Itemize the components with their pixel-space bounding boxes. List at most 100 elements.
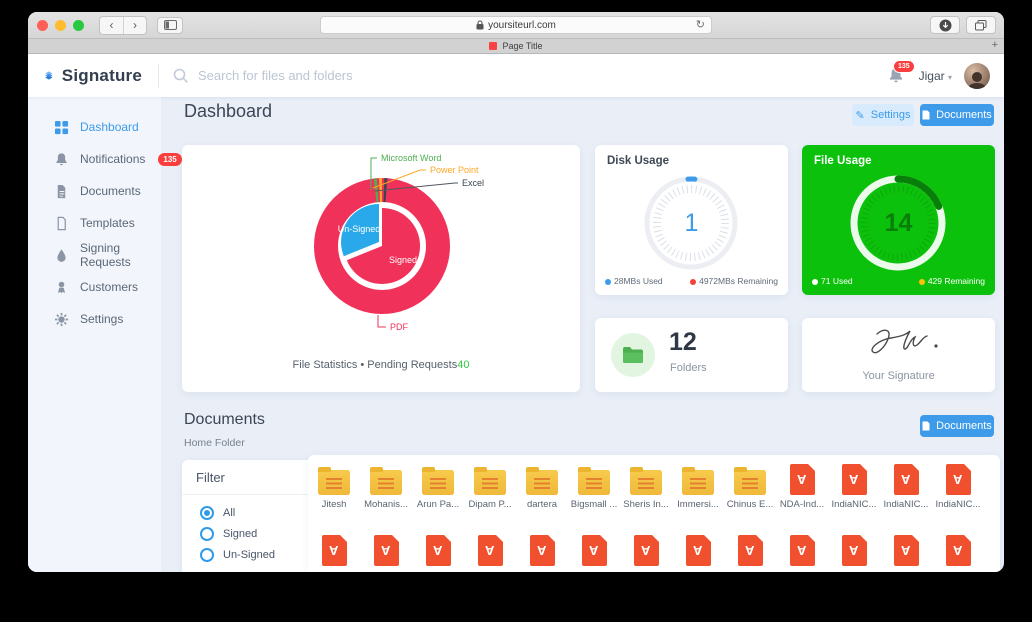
file-item[interactable]: Mohanis...: [360, 467, 412, 510]
sidebar-item-customers[interactable]: Customers: [28, 271, 161, 303]
close-window-button[interactable]: [37, 19, 48, 31]
file-item[interactable]: [360, 535, 412, 566]
browser-window: ‹ › yoursiteurl.com ↻ Page Title + Signa…: [28, 12, 1004, 572]
radio-icon[interactable]: [200, 548, 214, 562]
search-bar: [159, 68, 887, 84]
document-icon: [922, 110, 930, 120]
file-name: IndiaNIC...: [935, 499, 981, 510]
file-item[interactable]: dartera: [516, 467, 568, 510]
file-item[interactable]: IndiaNIC...: [828, 464, 880, 510]
sidebar-item-documents[interactable]: Documents: [28, 175, 161, 207]
new-tab-button[interactable]: +: [992, 39, 998, 51]
file-item[interactable]: IndiaNIC...: [932, 464, 984, 510]
label-unsigned: Un-Signed: [338, 224, 381, 234]
folder-icon: [318, 467, 350, 495]
filter-option-unsigned[interactable]: Un-Signed: [200, 548, 275, 562]
file-item[interactable]: [932, 535, 984, 566]
file-item[interactable]: [308, 535, 360, 566]
file-item[interactable]: Immersi...: [672, 467, 724, 510]
avatar[interactable]: [964, 62, 990, 89]
sidebar-item-signing-requests[interactable]: Signing Requests: [28, 239, 161, 271]
sidebar-item-settings[interactable]: Settings: [28, 303, 161, 335]
sidebar-item-notifications[interactable]: Notifications 135: [28, 143, 182, 175]
gear-icon: [54, 312, 69, 326]
file-item[interactable]: Dipam P...: [464, 467, 516, 510]
sidebar-item-dashboard[interactable]: Dashboard: [28, 111, 161, 143]
pending-requests-count: 40: [457, 359, 470, 371]
tab-overview-button[interactable]: [966, 16, 996, 34]
folder-icon: [630, 467, 662, 495]
file-item[interactable]: Chinus E...: [724, 467, 776, 510]
filter-option-all[interactable]: All: [200, 506, 235, 520]
tab-title[interactable]: Page Title: [502, 41, 542, 51]
pdf-icon: [633, 535, 659, 566]
file-item[interactable]: [412, 535, 464, 566]
file-name: IndiaNIC...: [883, 499, 929, 510]
template-file-icon: [57, 216, 66, 230]
file-item[interactable]: Jitesh: [308, 467, 360, 510]
chevron-down-icon: ▾: [947, 72, 952, 82]
minimize-window-button[interactable]: [55, 19, 66, 31]
refresh-icon[interactable]: ↻: [696, 18, 705, 31]
app-content: Signature 135 Jigar ▾ Da: [28, 54, 1004, 572]
documents-section-button-label: Documents: [936, 420, 992, 432]
sidebar-label: Signing Requests: [80, 241, 131, 269]
pdf-icon: [841, 464, 867, 495]
address-bar[interactable]: yoursiteurl.com ↻: [320, 16, 712, 34]
pdf-icon: [425, 535, 451, 566]
file-usage-card: File Usage 14 71 Used 429 Remaining: [802, 145, 995, 295]
back-button[interactable]: ‹: [100, 17, 123, 34]
file-item[interactable]: Sheris In...: [620, 467, 672, 510]
signature-logo-icon: [45, 71, 53, 80]
file-item[interactable]: [828, 535, 880, 566]
download-icon: [939, 19, 951, 31]
nav-button-group: ‹ ›: [99, 15, 147, 35]
user-name-text: Jigar: [918, 68, 945, 83]
file-usage-value: 14: [884, 209, 913, 237]
file-statistics-card: Microsoft Word Power Point Excel PDF Un-…: [182, 145, 580, 392]
file-name: Mohanis...: [364, 499, 408, 510]
downloads-button[interactable]: [930, 16, 960, 34]
documents-button[interactable]: Documents: [920, 104, 994, 126]
file-item[interactable]: Bigsmall ...: [568, 467, 620, 510]
customer-icon: [57, 281, 66, 293]
signature-scribble: [870, 329, 938, 354]
file-item[interactable]: IndiaNIC...: [880, 464, 932, 510]
sidebar-item-templates[interactable]: Templates: [28, 207, 161, 239]
file-item[interactable]: [672, 535, 724, 566]
settings-button[interactable]: ✎ Settings: [852, 104, 914, 126]
forward-button[interactable]: ›: [123, 16, 146, 34]
file-item[interactable]: [464, 535, 516, 566]
file-item[interactable]: [880, 535, 932, 566]
file-item[interactable]: NDA-Ind...: [776, 464, 828, 510]
tab-bar: Page Title +: [28, 39, 1004, 54]
zoom-window-button[interactable]: [73, 19, 84, 31]
file-item[interactable]: [620, 535, 672, 566]
file-item[interactable]: Arun Pa...: [412, 467, 464, 510]
file-used-text: 71 Used: [821, 276, 853, 286]
file-name: Sheris In...: [623, 499, 669, 510]
documents-section-button[interactable]: Documents: [920, 415, 994, 437]
label-excel: Excel: [462, 178, 484, 188]
document-icon: [922, 421, 930, 431]
radio-icon[interactable]: [200, 527, 214, 541]
folders-label: Folders: [670, 362, 707, 374]
file-item[interactable]: [568, 535, 620, 566]
tab-favicon: [489, 42, 498, 50]
radio-checked-icon[interactable]: [200, 506, 214, 520]
brand[interactable]: Signature: [28, 65, 158, 86]
file-item[interactable]: [724, 535, 776, 566]
filter-option-signed[interactable]: Signed: [200, 527, 257, 541]
user-name[interactable]: Jigar ▾: [919, 69, 952, 83]
pdf-icon: [581, 535, 607, 566]
sidebar-toggle-button[interactable]: [157, 16, 183, 34]
pdf-icon: [685, 535, 711, 566]
notifications-bell[interactable]: 135: [887, 59, 915, 86]
file-name: NDA-Ind...: [779, 499, 825, 510]
file-item[interactable]: [516, 535, 568, 566]
pdf-icon: [841, 535, 867, 566]
filter-option-label: All: [223, 507, 236, 519]
disk-remaining-text: 4972MBs Remaining: [699, 276, 778, 286]
file-item[interactable]: [776, 535, 828, 566]
search-input[interactable]: [198, 68, 498, 83]
